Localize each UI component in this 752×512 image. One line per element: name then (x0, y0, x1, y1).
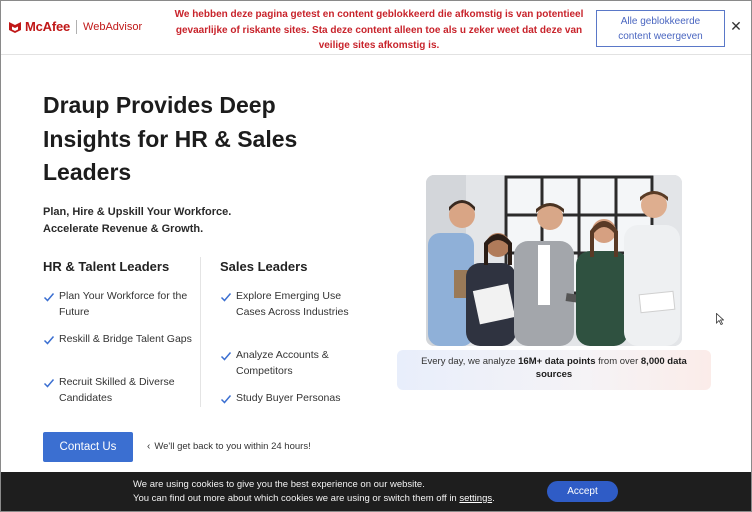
accept-cookies-button[interactable]: Accept (547, 481, 618, 502)
logo-divider (76, 19, 78, 34)
hr-feature-label: Plan Your Workforce for the Future (59, 290, 188, 318)
hero-subtitle: Plan, Hire & Upskill Your Workforce. Acc… (43, 204, 231, 237)
mouse-cursor-icon (716, 313, 724, 325)
sales-column-heading: Sales Leaders (220, 259, 308, 274)
info-middle: from over (595, 356, 641, 367)
cookie-line-2: You can find out more about which cookie… (133, 492, 495, 506)
hr-feature-item: Reskill & Bridge Talent Gaps (43, 332, 193, 348)
hr-feature-item: Plan Your Workforce for the Future (43, 289, 193, 320)
hr-feature-label: Reskill & Bridge Talent Gaps (59, 333, 192, 345)
team-photo-illustration (426, 175, 682, 346)
cookie-line-2-prefix: You can find out more about which cookie… (133, 492, 460, 504)
sales-feature-label: Analyze Accounts & Competitors (236, 349, 329, 377)
show-blocked-content-button[interactable]: Alle geblokkeerde content weergeven (596, 10, 725, 47)
check-icon (220, 352, 232, 361)
team-photo (426, 175, 682, 346)
cookie-settings-link[interactable]: settings (459, 493, 492, 504)
hr-feature-item: Recruit Skilled & Diverse Candidates (43, 375, 193, 406)
sales-feature-item: Explore Emerging Use Cases Across Indust… (220, 289, 360, 320)
hero-subtitle-line-1: Plan, Hire & Upskill Your Workforce. (43, 206, 232, 218)
data-points-card: Every day, we analyze 16M+ data points f… (397, 350, 711, 390)
callback-text: We'll get back to you within 24 hours! (154, 441, 311, 452)
hr-feature-label: Recruit Skilled & Diverse Candidates (59, 376, 175, 404)
sales-feature-item: Analyze Accounts & Competitors (220, 348, 360, 379)
cookie-line-2-suffix: . (492, 492, 495, 504)
mcafee-warning-message: We hebben deze pagina getest en content … (174, 9, 584, 51)
page-title: Draup Provides Deep Insights for HR & Sa… (43, 92, 298, 185)
browser-viewport: McAfee WebAdvisor We hebben deze pagina … (0, 0, 752, 512)
sales-feature-label: Study Buyer Personas (236, 392, 341, 404)
mcafee-shield-icon (9, 21, 21, 33)
data-points-count: 16M+ data points (518, 356, 596, 367)
sales-feature-item: Study Buyer Personas (220, 391, 360, 407)
cookie-message: We are using cookies to give you the bes… (133, 478, 495, 505)
mcafee-warning-bar: McAfee WebAdvisor We hebben deze pagina … (1, 1, 751, 55)
cookie-consent-bar: We are using cookies to give you the bes… (1, 472, 751, 511)
mcafee-logo: McAfee WebAdvisor (8, 19, 142, 34)
check-icon (43, 336, 55, 345)
webadvisor-label: WebAdvisor (83, 20, 143, 33)
check-icon (43, 293, 55, 302)
cookie-line-1: We are using cookies to give you the bes… (133, 479, 425, 490)
hero-subtitle-line-2: Accelerate Revenue & Growth. (43, 222, 204, 235)
check-icon (220, 395, 232, 404)
mcafee-brand: McAfee (25, 19, 71, 34)
sales-feature-label: Explore Emerging Use Cases Across Indust… (236, 290, 349, 318)
contact-us-button[interactable]: Contact Us (43, 432, 133, 462)
info-prefix: Every day, we analyze (421, 356, 519, 367)
chevron-left-icon: ‹ (147, 441, 151, 452)
check-icon (43, 379, 55, 388)
callback-note: ‹ We'll get back to you within 24 hours! (147, 441, 311, 452)
check-icon (220, 293, 232, 302)
column-divider (200, 257, 201, 407)
hr-column-heading: HR & Talent Leaders (43, 259, 170, 274)
close-icon[interactable]: ✕ (729, 19, 743, 33)
